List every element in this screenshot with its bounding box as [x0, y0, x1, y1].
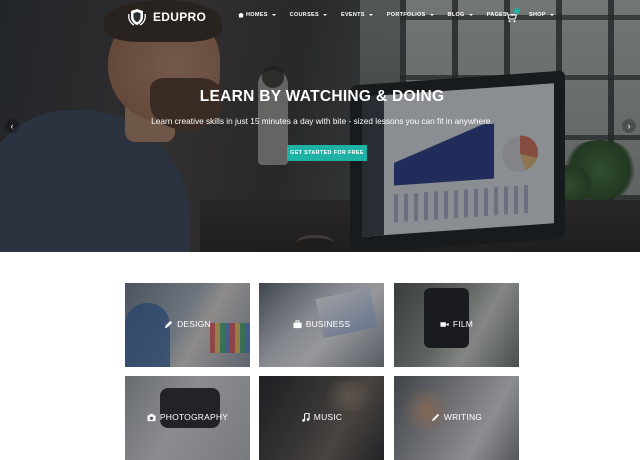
hero-subtitle: Learn creative skills in just 15 minutes…: [151, 116, 493, 126]
category-name: MUSIC: [313, 412, 343, 422]
chevron-left-icon: ‹: [10, 120, 14, 131]
category-label: PHOTOGRAPHY: [125, 412, 250, 422]
shield-laurel-icon: [126, 6, 148, 28]
nav-item-shop[interactable]: SHOP: [529, 12, 554, 18]
category-label: WRITING: [394, 412, 519, 422]
nav-label: SHOP: [529, 12, 546, 18]
category-name: FILM: [452, 319, 474, 329]
category-tile-design[interactable]: DESIGN: [125, 283, 250, 367]
nav-item-homes[interactable]: HOMES: [238, 12, 276, 18]
music-note-icon: [301, 412, 310, 422]
hero-title: LEARN BY WATCHING & DOING: [199, 88, 445, 105]
chevron-down-icon: [322, 14, 327, 16]
hero-overlay: [0, 0, 640, 252]
category-tile-writing[interactable]: WRITING: [394, 376, 519, 460]
slider-next-button[interactable]: ›: [622, 119, 636, 133]
nav-label: HOMES: [246, 12, 268, 18]
video-camera-icon: [440, 321, 449, 327]
chevron-down-icon: [468, 14, 473, 16]
hero-banner: EDUPRO HOMES COURSES EVENTS PORTFOLIOS B…: [0, 0, 640, 252]
category-name: BUSINESS: [305, 319, 351, 329]
chevron-down-icon: [368, 14, 373, 16]
nav-label: EVENTS: [340, 12, 365, 18]
home-icon: [238, 12, 244, 18]
category-label: MUSIC: [259, 412, 384, 422]
category-name: DESIGN: [177, 319, 211, 329]
pen-icon: [431, 413, 439, 421]
pencil-icon: [164, 320, 173, 328]
chevron-down-icon: [429, 14, 434, 16]
category-name: PHOTOGRAPHY: [159, 412, 229, 422]
chevron-down-icon: [549, 14, 554, 16]
category-name: WRITING: [443, 412, 483, 422]
nav-label: PORTFOLIOS: [386, 12, 426, 18]
logo[interactable]: EDUPRO: [126, 6, 206, 28]
category-label: FILM: [394, 319, 519, 329]
brand-name: EDUPRO: [153, 10, 207, 24]
nav-item-blog[interactable]: BLOG: [448, 12, 473, 18]
get-started-button[interactable]: GET STARTED FOR FREE: [287, 145, 367, 161]
nav-label: PAGES: [486, 12, 507, 18]
slider-prev-button[interactable]: ‹: [5, 119, 19, 133]
category-tile-music[interactable]: MUSIC: [259, 376, 384, 460]
chevron-down-icon: [271, 14, 276, 16]
nav-item-portfolios[interactable]: PORTFOLIOS: [387, 12, 434, 18]
top-navigation: EDUPRO HOMES COURSES EVENTS PORTFOLIOS B…: [0, 0, 640, 34]
nav-item-courses[interactable]: COURSES: [290, 12, 327, 18]
nav-item-events[interactable]: EVENTS: [341, 12, 373, 18]
category-label: DESIGN: [125, 319, 250, 329]
briefcase-icon: [293, 319, 302, 328]
category-tile-photography[interactable]: PHOTOGRAPHY: [125, 376, 250, 460]
cart-count-badge: [514, 8, 520, 14]
camera-icon: [147, 413, 156, 421]
nav-label: BLOG: [447, 12, 465, 18]
chevron-right-icon: ›: [627, 120, 631, 131]
category-tile-business[interactable]: BUSINESS: [259, 283, 384, 367]
nav-label: COURSES: [289, 12, 319, 18]
category-label: BUSINESS: [259, 319, 384, 329]
category-tile-film[interactable]: FILM: [394, 283, 519, 367]
